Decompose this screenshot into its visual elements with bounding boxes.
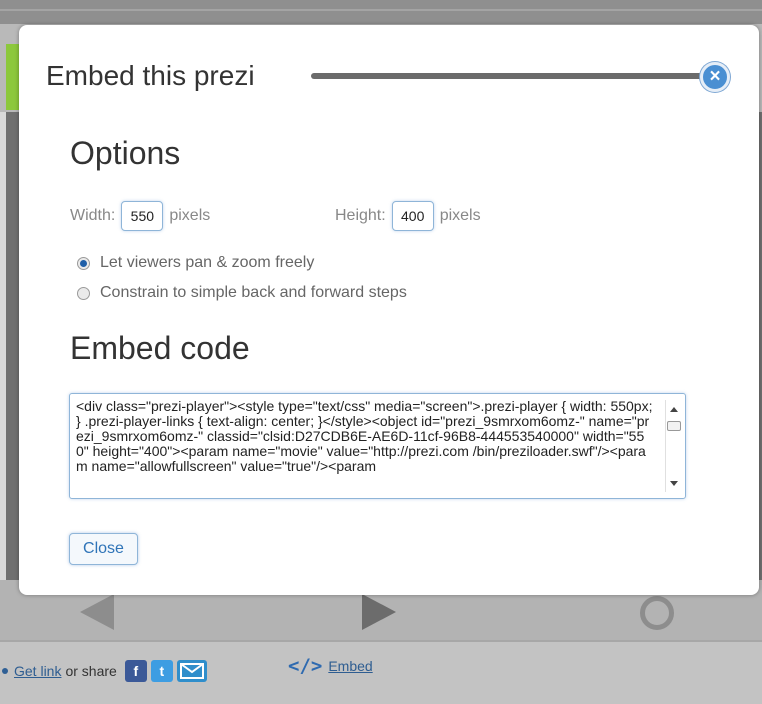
embed-link-row[interactable]: </> Embed <box>288 655 373 677</box>
radio-button-checked[interactable] <box>77 256 90 270</box>
dialog-title: Embed this prezi <box>46 60 255 91</box>
embed-code-heading: Embed code <box>70 330 250 366</box>
background-top-divider <box>0 9 762 11</box>
radio-label: Let viewers pan & zoom freely <box>100 254 315 271</box>
height-unit: pixels <box>439 207 481 224</box>
scroll-up-icon[interactable] <box>670 407 678 412</box>
share-row: Get link or share f t <box>0 660 207 682</box>
width-input[interactable] <box>121 201 164 231</box>
width-unit: pixels <box>169 207 211 224</box>
email-icon[interactable] <box>176 660 207 682</box>
bullet-icon <box>2 668 8 674</box>
previous-step-icon[interactable] <box>80 594 114 630</box>
radio-label: Constrain to simple back and forward ste… <box>100 284 407 301</box>
or-share-text: or share <box>65 663 117 679</box>
embed-code-textarea[interactable]: <div class="prezi-player"><style type="t… <box>69 393 686 499</box>
embed-dialog: Embed this prezi × Options Width: pixels… <box>19 25 759 595</box>
close-button[interactable]: Close <box>69 533 138 565</box>
radio-pan-zoom-option[interactable]: Let viewers pan & zoom freely <box>77 254 314 272</box>
embed-code-text[interactable]: <div class="prezi-player"><style type="t… <box>76 399 656 495</box>
height-label: Height: <box>335 207 386 224</box>
get-link-link[interactable]: Get link <box>14 663 61 679</box>
width-row: Width: pixels <box>70 201 210 231</box>
options-heading: Options <box>70 135 181 171</box>
twitter-icon[interactable]: t <box>150 660 173 682</box>
radio-button-unchecked[interactable] <box>77 286 90 300</box>
embed-link[interactable]: Embed <box>328 658 372 674</box>
height-input[interactable] <box>391 201 434 231</box>
scroll-down-icon[interactable] <box>670 481 678 486</box>
facebook-icon[interactable]: f <box>124 660 147 682</box>
code-icon: </> <box>288 655 323 677</box>
close-icon[interactable]: × <box>700 62 730 92</box>
width-label: Width: <box>70 207 116 224</box>
fullscreen-icon[interactable] <box>640 596 674 630</box>
height-row: Height: pixels <box>335 201 481 231</box>
background-top-strip <box>0 0 762 24</box>
next-step-icon[interactable] <box>362 594 396 630</box>
envelope-icon <box>179 663 204 679</box>
textarea-scrollbar[interactable] <box>665 400 682 492</box>
scroll-thumb[interactable] <box>667 421 681 431</box>
title-divider <box>311 73 721 79</box>
radio-constrain-option[interactable]: Constrain to simple back and forward ste… <box>77 284 407 302</box>
